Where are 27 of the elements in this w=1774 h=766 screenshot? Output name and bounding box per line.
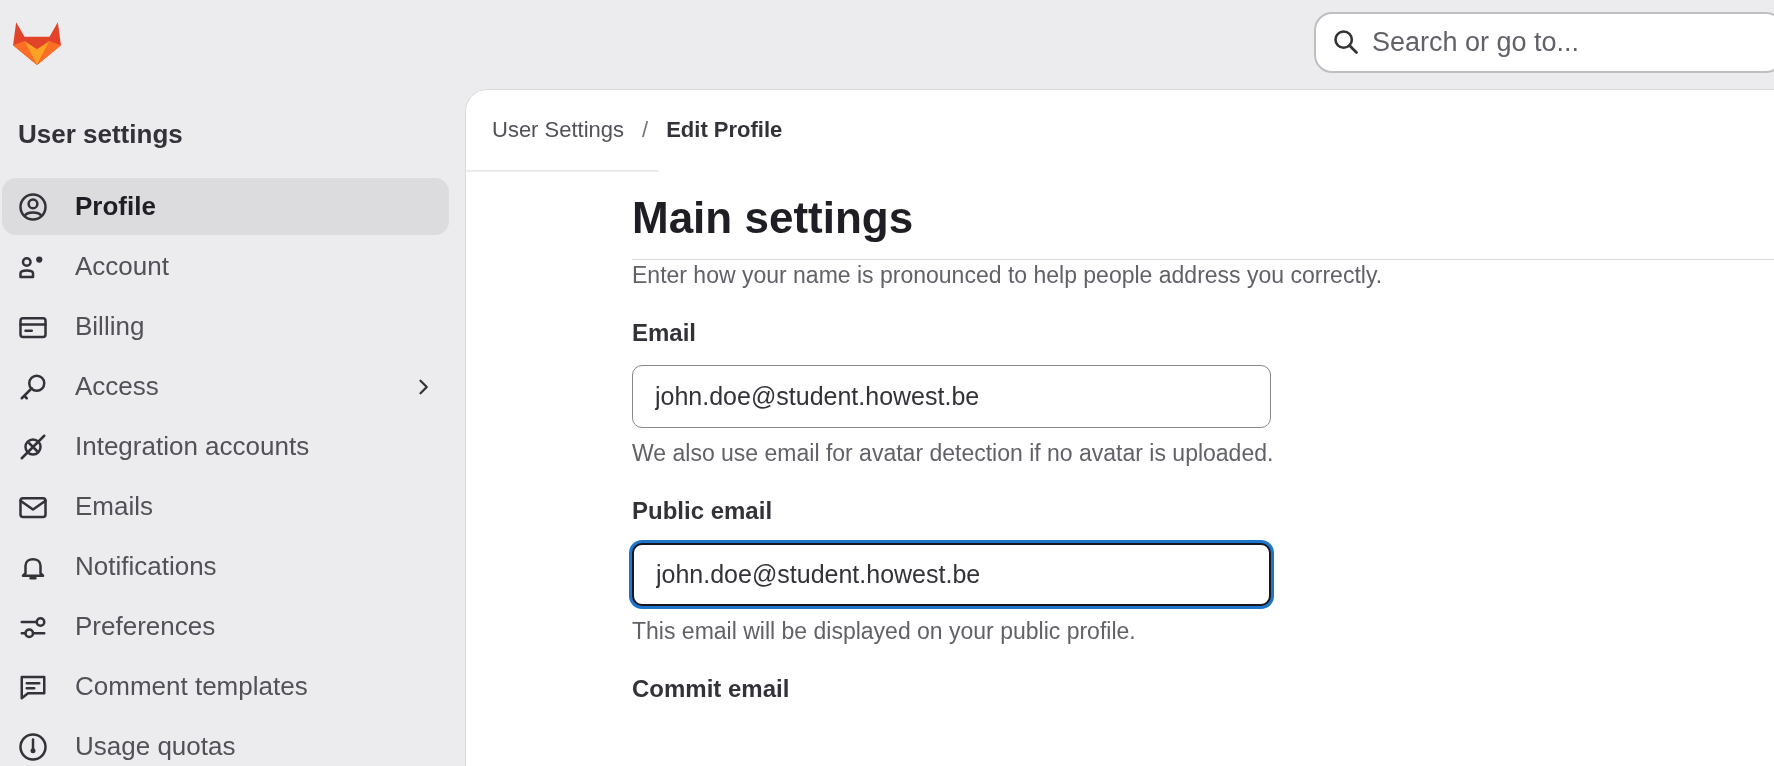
sidebar-item[interactable]: Preferences bbox=[2, 598, 449, 655]
sidebar-item[interactable]: Usage quotas bbox=[2, 718, 449, 766]
page-heading: Main settings bbox=[632, 193, 914, 243]
gauge-icon bbox=[18, 731, 48, 762]
breadcrumb-separator: / bbox=[642, 117, 649, 143]
breadcrumb-link[interactable]: Edit Profile bbox=[666, 117, 783, 143]
sidebar-item[interactable]: Comment templates bbox=[2, 658, 449, 715]
sidebar-item[interactable]: Emails bbox=[2, 478, 449, 535]
plug-icon bbox=[18, 431, 48, 462]
sidebar-item[interactable]: Integration accounts bbox=[2, 418, 449, 475]
user-circle-icon bbox=[18, 191, 48, 222]
email-input-field[interactable]: john.doe@student.howest.be bbox=[632, 365, 1271, 428]
email-input-field[interactable]: john.doe@student.howest.be bbox=[632, 543, 1271, 606]
help-text: We also use email for avatar detection if no avatar is uploaded. bbox=[632, 440, 1275, 467]
help-text: This email will be displayed on your public profile. bbox=[632, 618, 1137, 645]
sidebar-item[interactable]: Profile bbox=[2, 178, 449, 235]
sidebar-title: User settings bbox=[17, 118, 184, 151]
search-field[interactable]: Search or go to... bbox=[1314, 12, 1774, 73]
help-text: Enter how your name is pronounced to help people address you correctly. bbox=[632, 261, 1384, 289]
sidebar-item[interactable]: Billing bbox=[2, 298, 449, 355]
sidebar-item[interactable]: Account bbox=[2, 238, 449, 295]
field-label: Public email bbox=[632, 497, 774, 525]
breadcrumb-link[interactable]: User Settings bbox=[492, 117, 625, 143]
sidebar-item[interactable]: Access bbox=[2, 358, 449, 415]
sidebar-item[interactable]: Notifications bbox=[2, 538, 449, 595]
field-label: Commit email bbox=[632, 675, 791, 703]
field-label: Email bbox=[632, 319, 698, 347]
